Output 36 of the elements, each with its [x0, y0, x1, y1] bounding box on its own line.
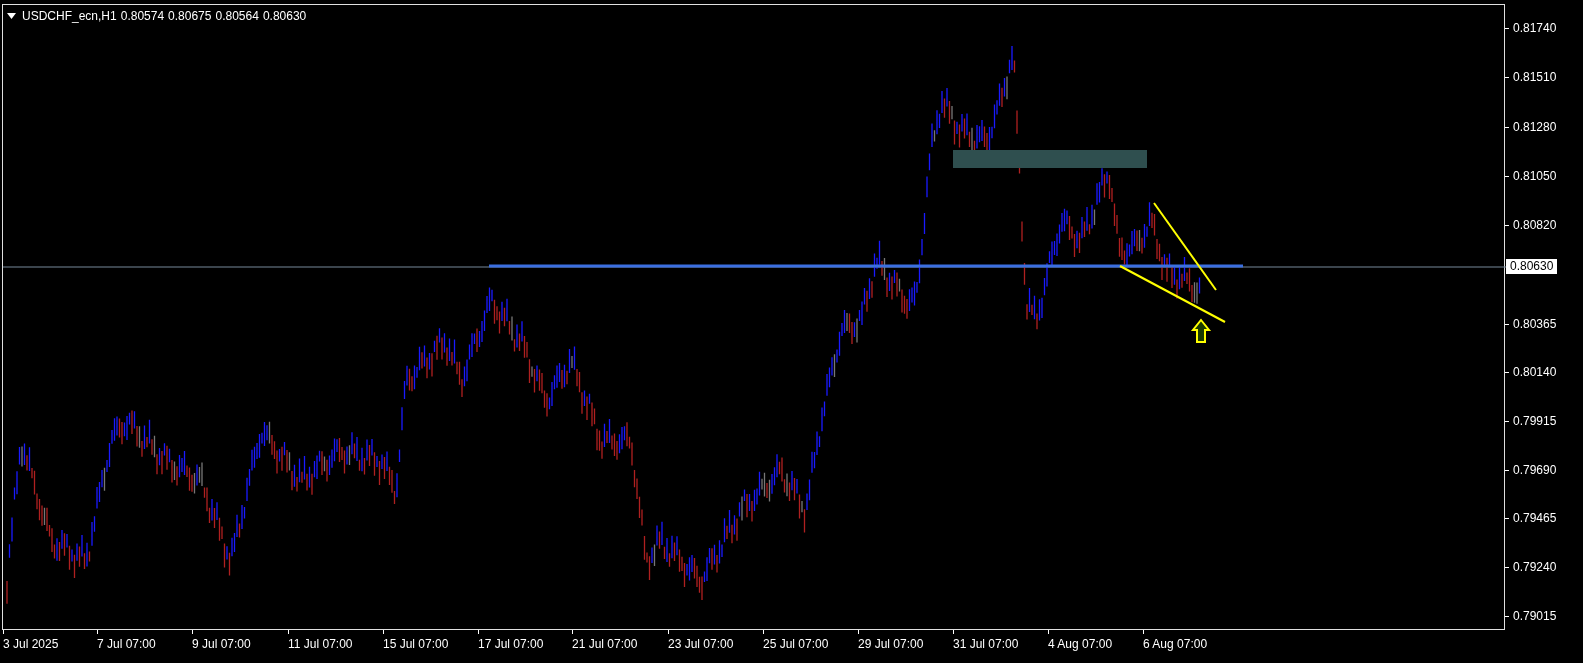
time-axis-label: 4 Aug 07:00 [1048, 636, 1113, 653]
time-axis-label: 3 Jul 2025 [3, 636, 59, 653]
dropdown-triangle-icon[interactable] [7, 13, 16, 19]
price-axis-label: 0.79240 [1513, 559, 1557, 576]
price-axis-label: 0.79015 [1513, 608, 1557, 625]
trend-line[interactable] [1153, 202, 1217, 291]
time-axis-label: 25 Jul 07:00 [763, 636, 829, 653]
price-axis-label: 0.79690 [1513, 462, 1557, 479]
time-axis-label: 23 Jul 07:00 [668, 636, 734, 653]
ohlc-value: 0.80564 [215, 8, 259, 25]
time-axis-label: 6 Aug 07:00 [1143, 636, 1208, 653]
ohlc-value: 0.80574 [120, 8, 165, 25]
trend-line[interactable] [1119, 265, 1226, 323]
time-axis-label: 15 Jul 07:00 [383, 636, 449, 653]
price-axis-label: 0.81510 [1513, 69, 1557, 86]
price-axis-label: 0.80140 [1513, 364, 1557, 381]
time-axis-label: 11 Jul 07:00 [288, 636, 353, 653]
ohlc-value: 0.80675 [168, 8, 212, 25]
price-axis-label: 0.80365 [1513, 316, 1557, 333]
current-price-label: 0.80630 [1506, 259, 1558, 274]
time-axis-label: 9 Jul 07:00 [192, 636, 251, 653]
price-axis-label: 0.79465 [1513, 510, 1557, 527]
time-axis-label: 31 Jul 07:00 [953, 636, 1019, 653]
price-axis-label: 0.80820 [1513, 217, 1557, 234]
chart-area[interactable]: USDCHF_ecn,H1 0.80574 0.80675 0.80564 0.80630 [2, 4, 1505, 630]
time-axis-label: 17 Jul 07:00 [478, 636, 544, 653]
price-axis-label: 0.79915 [1513, 413, 1557, 430]
price-axis-label: 0.81280 [1513, 119, 1557, 136]
time-axis-label: 7 Jul 07:00 [97, 636, 156, 653]
time-axis-label: 21 Jul 07:00 [572, 636, 638, 653]
price-axis-label: 0.81050 [1513, 168, 1557, 185]
symbol-label: USDCHF_ecn,H1 [22, 8, 117, 25]
ohlc-value: 0.80630 [262, 8, 307, 25]
up-arrow-icon[interactable] [1190, 318, 1212, 343]
price-axis-label: 0.81740 [1513, 20, 1557, 37]
time-axis-label: 29 Jul 07:00 [858, 636, 924, 653]
